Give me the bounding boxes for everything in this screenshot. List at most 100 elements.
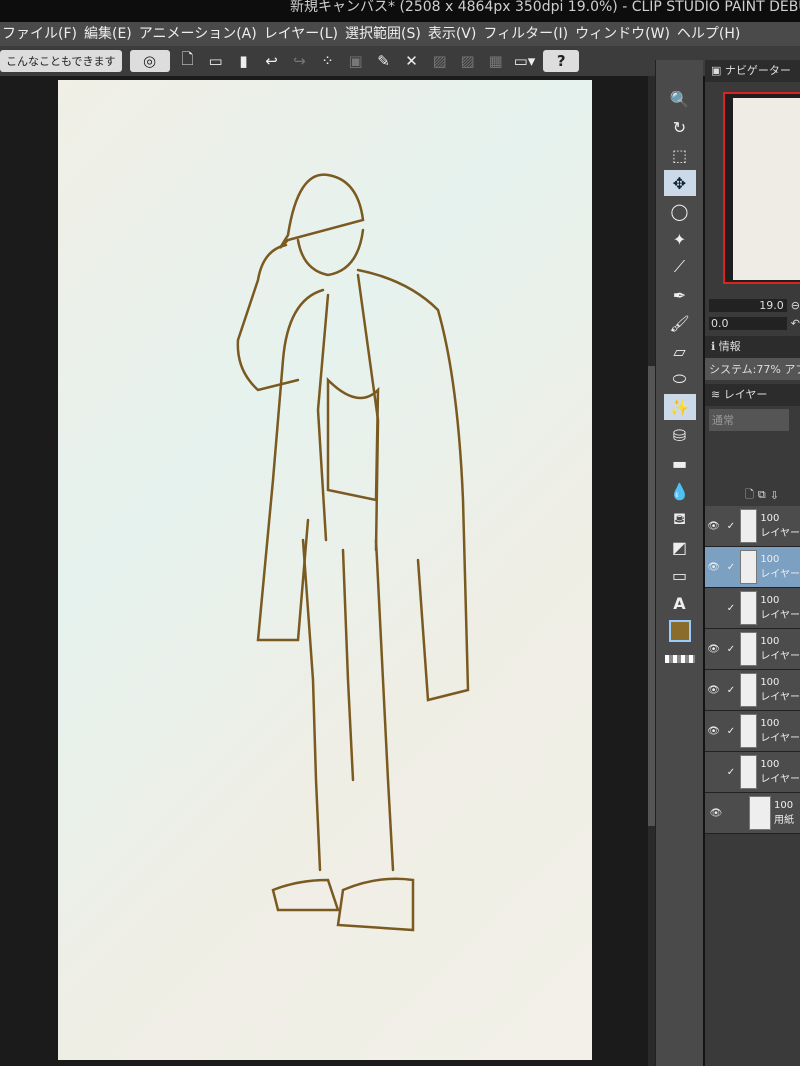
menu-file[interactable]: ファイル(F): [2, 22, 77, 46]
menu-help[interactable]: ヘルプ(H): [677, 22, 740, 46]
eraser-tool-icon[interactable]: ⬭: [664, 366, 696, 392]
save-icon[interactable]: ▮: [234, 50, 254, 72]
coat-left: [256, 288, 325, 642]
invert-selection-icon[interactable]: ▣: [346, 50, 366, 72]
transparent-color-swatch[interactable]: [664, 646, 696, 672]
layer-thumbnail: [739, 550, 758, 584]
display-mode-icon[interactable]: ▭▾: [514, 50, 536, 72]
layer-row[interactable]: 👁 ✓ 100 レイヤー: [705, 629, 800, 670]
canvas-paper[interactable]: [58, 80, 592, 1060]
layer-check-icon[interactable]: ✓: [722, 644, 739, 655]
undo-icon[interactable]: ↩: [262, 50, 282, 72]
magic-wand-tool-icon[interactable]: ✦: [664, 226, 696, 252]
decoration-tool-icon[interactable]: ✨: [663, 394, 696, 420]
info-text: システム:77% アプリケーション: [705, 358, 800, 380]
fill-tool-icon[interactable]: 💧: [664, 478, 696, 504]
layer-check-icon[interactable]: ✓: [722, 521, 739, 532]
layer-tab[interactable]: ≋ レイヤー: [705, 384, 800, 406]
layer-thumbnail: [739, 632, 758, 666]
visibility-eye-icon[interactable]: 👁: [705, 644, 722, 655]
layer-check-icon[interactable]: ✓: [722, 685, 739, 696]
layer-thumbnail: [739, 591, 758, 625]
gradient-tool-icon[interactable]: ◩: [664, 534, 696, 560]
clip-studio-icon[interactable]: ◎: [129, 50, 170, 72]
visibility-eye-icon[interactable]: 👁: [705, 808, 727, 819]
clear-outside-icon[interactable]: ▨: [458, 50, 478, 72]
move-layer-tool-icon[interactable]: ✥: [663, 170, 696, 196]
layer-row[interactable]: ✓ 100 レイヤー: [705, 752, 800, 793]
text-tool-icon[interactable]: A: [664, 590, 696, 616]
open-icon[interactable]: ▭: [206, 50, 226, 72]
layer-thumbnail: [739, 714, 758, 748]
shoes: [271, 877, 415, 932]
paint-bucket-icon[interactable]: ⛾: [664, 506, 696, 532]
blend-mode-select[interactable]: 通常: [709, 409, 789, 431]
layer-check-icon[interactable]: ✓: [722, 603, 739, 614]
layer-opacity: 100: [760, 718, 780, 729]
window-title: 新規キャンバス* (2508 x 4864px 350dpi 19.0%) - …: [0, 0, 800, 22]
fill-icon[interactable]: ✎: [374, 50, 394, 72]
visibility-eye-icon[interactable]: 👁: [705, 562, 722, 573]
eyedropper-tool-icon[interactable]: ⟋: [664, 254, 696, 280]
visibility-eye-icon[interactable]: 👁: [705, 726, 722, 737]
brush-tool-icon[interactable]: 🖌: [664, 310, 696, 336]
clear-icon[interactable]: ▨: [430, 50, 450, 72]
airbrush-tool-icon[interactable]: ▱: [664, 338, 696, 364]
transform-icon[interactable]: ✕: [402, 50, 422, 72]
new-file-icon[interactable]: 🗋: [178, 50, 198, 72]
layer-row[interactable]: 👁 100 用紙: [705, 793, 800, 834]
layer-name: レイヤー: [760, 692, 800, 703]
rotation-slider[interactable]: 0.0: [709, 316, 787, 330]
new-layer-icon[interactable]: 🗋: [745, 486, 754, 505]
object-tool-icon[interactable]: ⬚: [664, 142, 696, 168]
layer-check-icon[interactable]: ✓: [722, 726, 739, 737]
layer-check-icon[interactable]: ✓: [722, 767, 739, 778]
info-tab[interactable]: ℹ 情報: [705, 336, 800, 358]
layer-row[interactable]: 👁 ✓ 100 レイヤー: [705, 670, 800, 711]
layer-opacity: 100: [760, 513, 780, 524]
layer-name: レイヤー: [760, 569, 800, 580]
menu-edit[interactable]: 編集(E): [84, 22, 132, 46]
zoom-out-icon[interactable]: ⊖: [791, 299, 800, 312]
menu-view[interactable]: 表示(V): [428, 22, 477, 46]
layer-row[interactable]: 👁 ✓ 100 レイヤー: [705, 547, 800, 588]
layer-opacity: 100: [760, 759, 780, 770]
scroll-thumb[interactable]: [648, 366, 655, 826]
menu-window[interactable]: ウィンドウ(W): [575, 22, 670, 46]
menu-filter[interactable]: フィルター(I): [483, 22, 568, 46]
layer-row[interactable]: 👁 ✓ 100 レイヤー: [705, 711, 800, 752]
visibility-eye-icon[interactable]: 👁: [705, 685, 722, 696]
visibility-eye-icon[interactable]: 👁: [705, 521, 722, 532]
layer-title: レイヤー: [723, 388, 768, 401]
navigator-tab[interactable]: ▣ ナビゲーター: [705, 60, 800, 82]
new-folder-icon[interactable]: ⧉: [758, 488, 766, 502]
head: [296, 228, 365, 277]
lasso-tool-icon[interactable]: ◯: [664, 198, 696, 224]
tips-button[interactable]: こんなこともできます: [0, 50, 122, 72]
deselect-icon[interactable]: ⁘: [318, 50, 338, 72]
layer-row[interactable]: ✓ 100 レイヤー: [705, 588, 800, 629]
zoom-slider[interactable]: 19.0: [709, 298, 787, 312]
rotate-tool-icon[interactable]: ↻: [664, 114, 696, 140]
legs: [301, 538, 395, 872]
rotate-left-icon[interactable]: ↶: [791, 317, 800, 330]
blend-tool-icon[interactable]: ⛁: [664, 422, 696, 448]
frame-tool-icon[interactable]: ▬: [664, 450, 696, 476]
layer-check-icon[interactable]: ✓: [722, 562, 739, 573]
figure-tool-icon[interactable]: ▭: [664, 562, 696, 588]
coat-right: [356, 268, 470, 702]
zoom-tool-icon[interactable]: 🔍: [664, 86, 696, 112]
crop-icon[interactable]: ▦: [486, 50, 506, 72]
vertical-scrollbar[interactable]: [648, 76, 655, 1066]
menu-animation[interactable]: アニメーション(A): [139, 22, 257, 46]
main-color-swatch[interactable]: [664, 618, 696, 644]
layer-row[interactable]: 👁 ✓ 100 レイヤー: [705, 506, 800, 547]
pen-tool-icon[interactable]: ✒: [664, 282, 696, 308]
layer-opacity: 100: [760, 595, 780, 606]
redo-icon[interactable]: ↪: [290, 50, 310, 72]
menu-selection[interactable]: 選択範囲(S): [345, 22, 421, 46]
help-button[interactable]: ?: [543, 50, 580, 72]
merge-down-icon[interactable]: ⇩: [770, 489, 779, 502]
navigator-preview[interactable]: [723, 92, 800, 284]
menu-layer[interactable]: レイヤー(L): [264, 22, 338, 46]
